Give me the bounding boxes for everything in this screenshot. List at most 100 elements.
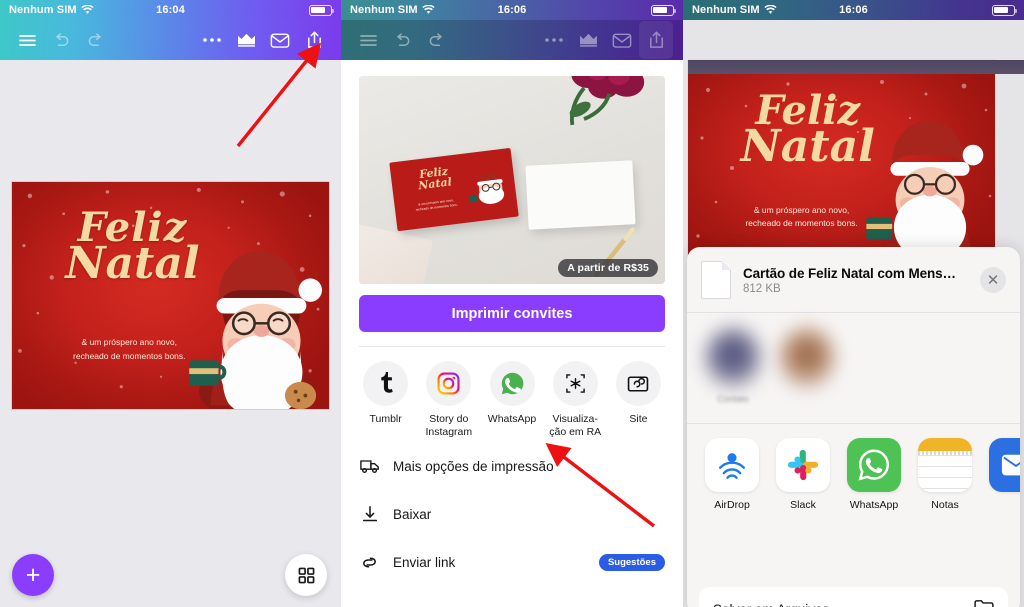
status-left: Nenhum SIM — [9, 4, 94, 16]
website-icon — [615, 361, 661, 406]
share-app-whatsapp[interactable]: WhatsApp — [480, 361, 543, 439]
file-meta: Cartão de Feliz Natal com Mens… 812 KB — [743, 266, 956, 295]
undo-icon[interactable] — [385, 21, 419, 59]
battery-icon — [992, 4, 1017, 16]
ios-app-label: WhatsApp — [849, 499, 899, 511]
ios-app-slack[interactable]: Slack — [776, 438, 830, 511]
shared-file-header: Cartão de Feliz Natal com Mens… 812 KB ✕ — [687, 247, 1020, 312]
status-right-3 — [992, 4, 1017, 16]
ios-apps-row: AirDrop Slack WhatsApp Notas — [687, 424, 1020, 519]
avatar — [705, 327, 761, 389]
print-mockup-wrapper[interactable]: Feliz Natal & um próspero ano novo, rech… — [359, 76, 665, 284]
panel-editor: Nenhum SIM 16:04 Feliz Natal & um próspe… — [0, 0, 341, 607]
print-invites-button[interactable]: Imprimir convites — [359, 295, 665, 332]
card-top-strip — [688, 60, 1024, 74]
share-app-label: Tumblr — [369, 413, 402, 425]
contact-item[interactable]: Contato — [705, 327, 761, 417]
editor-toolbar-2 — [341, 20, 683, 60]
share-upload-icon[interactable] — [297, 21, 331, 59]
document-icon — [701, 261, 731, 299]
file-size: 812 KB — [743, 282, 781, 295]
status-bar-1: Nenhum SIM 16:04 — [0, 0, 341, 20]
share-app-instagram-story[interactable]: Story do Instagram — [417, 361, 480, 439]
wifi-icon — [81, 4, 94, 15]
editor-toolbar-1 — [0, 20, 341, 60]
option-more-print-options[interactable]: Mais opções de impressão — [341, 445, 683, 487]
share-app-label-text: Story do Instagram — [425, 413, 473, 439]
action-save-to-files[interactable]: Salvar em Arquivos — [699, 587, 1008, 607]
share-bottom-sheet: Feliz Natal & um próspero ano novo, rech… — [341, 60, 683, 607]
ios-app-airdrop[interactable]: AirDrop — [705, 438, 759, 511]
status-right-2 — [651, 4, 676, 16]
design-card-preview[interactable]: Feliz Natal & um próspero ano novo, rech… — [11, 181, 330, 410]
mail-icon — [989, 438, 1020, 492]
ios-app-notes[interactable]: Notas — [918, 438, 972, 511]
envelope-icon[interactable] — [605, 21, 639, 59]
share-app-ar-view[interactable]: Visualiza- ção em RA — [544, 361, 607, 439]
crown-icon[interactable] — [571, 21, 605, 59]
tumblr-icon — [363, 361, 409, 406]
flower-prop — [570, 76, 645, 126]
ar-label-line1: Visualiza- — [552, 413, 598, 425]
download-icon — [359, 505, 380, 523]
share-app-tumblr[interactable]: Tumblr — [354, 361, 417, 439]
ios-app-label: Slack — [790, 499, 816, 511]
share-upload-icon[interactable] — [639, 21, 673, 59]
more-options-icon[interactable] — [195, 21, 229, 59]
more-options-icon[interactable] — [537, 21, 571, 59]
share-app-label: WhatsApp — [487, 413, 537, 425]
add-element-button[interactable]: + — [12, 554, 54, 596]
santa-illustration — [189, 250, 323, 409]
mockup-card-title: Feliz Natal — [397, 163, 470, 193]
mockup-blank-card — [525, 160, 637, 231]
link-icon — [359, 554, 380, 571]
carrier-label: Nenhum SIM — [692, 4, 760, 16]
redo-icon[interactable] — [78, 21, 112, 59]
status-left-2: Nenhum SIM — [350, 4, 435, 16]
undo-icon[interactable] — [44, 21, 78, 59]
notes-icon — [918, 438, 972, 492]
option-send-link[interactable]: Enviar link Sugestões — [341, 541, 683, 583]
print-mockup-image[interactable]: Feliz Natal & um próspero ano novo, rech… — [359, 76, 665, 284]
share-app-label: Visualiza- ção em RA — [549, 413, 601, 439]
redo-icon[interactable] — [419, 21, 453, 59]
status-bar-2: Nenhum SIM 16:06 — [341, 0, 683, 20]
ios-share-body: Feliz Natal & um próspero ano novo, rech… — [683, 20, 1024, 607]
option-label: Baixar — [393, 506, 432, 522]
option-download[interactable]: Baixar — [341, 493, 683, 535]
avatar — [779, 327, 835, 389]
hamburger-menu-icon[interactable] — [351, 21, 385, 59]
file-name: Cartão de Feliz Natal com Mens… — [743, 265, 956, 281]
airdrop-icon — [705, 438, 759, 492]
share-app-label: Site — [629, 413, 648, 425]
editor-canvas[interactable]: Feliz Natal & um próspero ano novo, rech… — [0, 60, 341, 607]
contact-item[interactable] — [779, 327, 835, 417]
status-bar-3: Nenhum SIM 16:06 — [683, 0, 1024, 20]
carrier-label: Nenhum SIM — [9, 4, 77, 16]
status-right — [309, 4, 334, 16]
instagram-icon — [426, 361, 472, 406]
pages-grid-button[interactable] — [285, 554, 327, 596]
hamburger-menu-icon[interactable] — [10, 21, 44, 59]
action-label: Salvar em Arquivos — [713, 602, 829, 607]
battery-icon — [309, 4, 334, 16]
ios-app-label: Notas — [931, 499, 959, 511]
wifi-icon — [422, 4, 435, 15]
ios-share-sheet: Cartão de Feliz Natal com Mens… 812 KB ✕… — [687, 247, 1020, 607]
ar-view-icon — [552, 361, 598, 406]
status-left-3: Nenhum SIM — [692, 4, 777, 16]
crown-icon[interactable] — [229, 21, 263, 59]
close-icon[interactable]: ✕ — [980, 267, 1006, 293]
share-app-site[interactable]: Site — [607, 361, 670, 439]
ios-app-mail[interactable] — [989, 438, 1020, 511]
price-badge: A partir de R$35 — [558, 259, 658, 277]
divider — [359, 346, 665, 347]
whatsapp-icon — [847, 438, 901, 492]
panel-share-sheet: Nenhum SIM 16:06 Feliz Natal & um próspe… — [341, 0, 683, 607]
wifi-icon — [764, 4, 777, 15]
suggested-contacts-row: Contato — [687, 313, 1020, 423]
ios-actions-card: Salvar em Arquivos — [699, 587, 1008, 607]
ios-app-whatsapp[interactable]: WhatsApp — [847, 438, 901, 511]
envelope-icon[interactable] — [263, 21, 297, 59]
grid-pages-icon — [298, 567, 314, 583]
